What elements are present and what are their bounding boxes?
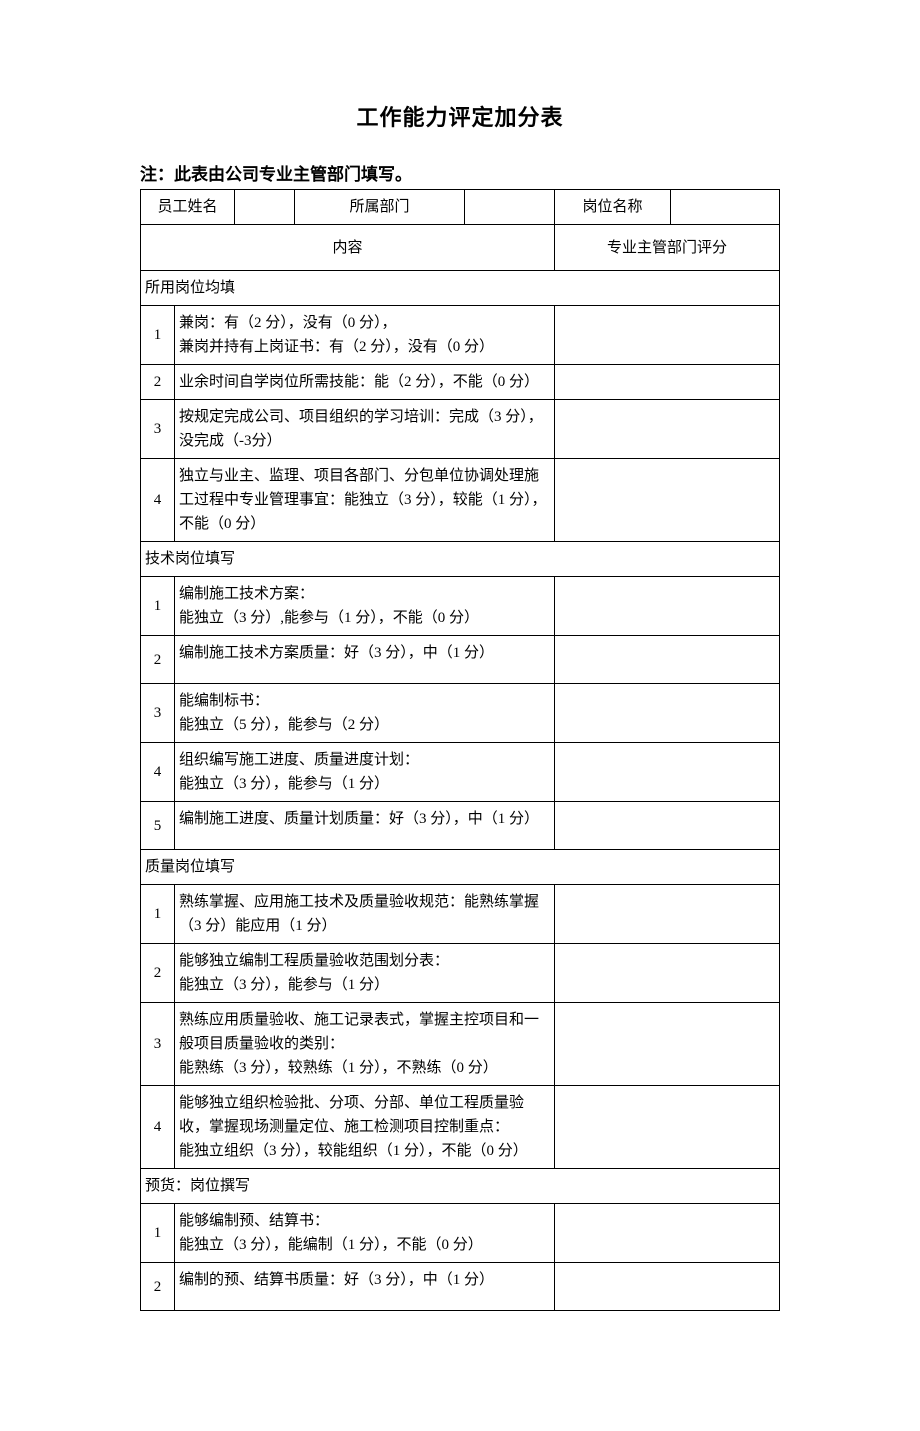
table-row: 3熟练应用质量验收、施工记录表式，掌握主控项目和一般项目质量验收的类别： 能熟练… [141, 1003, 780, 1086]
row-number: 4 [141, 459, 175, 542]
row-score [555, 1086, 780, 1169]
section-header: 预货：岗位撰写 [141, 1169, 780, 1204]
post-value [671, 190, 780, 225]
evaluation-table: 员工姓名 所属部门 岗位名称 内容 专业主管部门评分 所用岗位均填1兼岗：有（2… [140, 189, 780, 1311]
row-number: 1 [141, 885, 175, 944]
table-row: 2业余时间自学岗位所需技能：能（2 分），不能（0 分） [141, 365, 780, 400]
score-label: 专业主管部门评分 [555, 225, 780, 271]
row-score [555, 577, 780, 636]
table-row: 1熟练掌握、应用施工技术及质量验收规范：能熟练掌握（3 分）能应用（1 分） [141, 885, 780, 944]
table-row: 3按规定完成公司、项目组织的学习培训：完成（3 分），没完成（-3分） [141, 400, 780, 459]
row-score [555, 802, 780, 850]
section-header: 技术岗位填写 [141, 542, 780, 577]
dept-label: 所属部门 [295, 190, 465, 225]
page-title: 工作能力评定加分表 [140, 100, 780, 132]
row-content: 熟练掌握、应用施工技术及质量验收规范：能熟练掌握（3 分）能应用（1 分） [175, 885, 555, 944]
row-number: 1 [141, 306, 175, 365]
row-number: 5 [141, 802, 175, 850]
row-score [555, 1263, 780, 1311]
table-row: 1能够编制预、结算书： 能独立（3 分），能编制（1 分），不能（0 分） [141, 1204, 780, 1263]
content-label: 内容 [141, 225, 555, 271]
row-content: 编制的预、结算书质量：好（3 分），中（1 分） [175, 1263, 555, 1311]
row-content: 组织编写施工进度、质量进度计划： 能独立（3 分），能参与（1 分） [175, 743, 555, 802]
row-score [555, 1003, 780, 1086]
table-row: 2编制施工技术方案质量：好（3 分），中（1 分） [141, 636, 780, 684]
section-header-cell: 预货：岗位撰写 [141, 1169, 780, 1204]
row-number: 4 [141, 1086, 175, 1169]
employee-name-label: 员工姓名 [141, 190, 235, 225]
row-number: 3 [141, 400, 175, 459]
section-header: 所用岗位均填 [141, 271, 780, 306]
row-content: 按规定完成公司、项目组织的学习培训：完成（3 分），没完成（-3分） [175, 400, 555, 459]
table-row: 2编制的预、结算书质量：好（3 分），中（1 分） [141, 1263, 780, 1311]
row-number: 1 [141, 577, 175, 636]
row-score [555, 459, 780, 542]
row-number: 4 [141, 743, 175, 802]
post-label: 岗位名称 [555, 190, 671, 225]
row-score [555, 885, 780, 944]
section-header-cell: 所用岗位均填 [141, 271, 780, 306]
row-score [555, 944, 780, 1003]
row-score [555, 306, 780, 365]
row-content: 能够独立组织检验批、分项、分部、单位工程质量验收，掌握现场测量定位、施工检测项目… [175, 1086, 555, 1169]
row-number: 3 [141, 1003, 175, 1086]
table-row: 4组织编写施工进度、质量进度计划： 能独立（3 分），能参与（1 分） [141, 743, 780, 802]
header-row-2: 内容 专业主管部门评分 [141, 225, 780, 271]
row-content: 熟练应用质量验收、施工记录表式，掌握主控项目和一般项目质量验收的类别： 能熟练（… [175, 1003, 555, 1086]
dept-value [465, 190, 555, 225]
header-row-1: 员工姓名 所属部门 岗位名称 [141, 190, 780, 225]
row-score [555, 684, 780, 743]
row-content: 能够独立编制工程质量验收范围划分表： 能独立（3 分），能参与（1 分） [175, 944, 555, 1003]
row-content: 独立与业主、监理、项目各部门、分包单位协调处理施工过程中专业管理事宜：能独立（3… [175, 459, 555, 542]
row-score [555, 636, 780, 684]
row-score [555, 400, 780, 459]
row-content: 能编制标书： 能独立（5 分），能参与（2 分） [175, 684, 555, 743]
table-row: 5编制施工进度、质量计划质量：好（3 分），中（1 分） [141, 802, 780, 850]
table-row: 2能够独立编制工程质量验收范围划分表： 能独立（3 分），能参与（1 分） [141, 944, 780, 1003]
table-row: 4能够独立组织检验批、分项、分部、单位工程质量验收，掌握现场测量定位、施工检测项… [141, 1086, 780, 1169]
row-score [555, 1204, 780, 1263]
row-content: 编制施工技术方案质量：好（3 分），中（1 分） [175, 636, 555, 684]
table-row: 3能编制标书： 能独立（5 分），能参与（2 分） [141, 684, 780, 743]
row-content: 能够编制预、结算书： 能独立（3 分），能编制（1 分），不能（0 分） [175, 1204, 555, 1263]
row-content: 编制施工技术方案： 能独立（3 分）,能参与（1 分），不能（0 分） [175, 577, 555, 636]
section-header: 质量岗位填写 [141, 850, 780, 885]
row-score [555, 743, 780, 802]
row-content: 编制施工进度、质量计划质量：好（3 分），中（1 分） [175, 802, 555, 850]
section-header-cell: 技术岗位填写 [141, 542, 780, 577]
row-number: 2 [141, 365, 175, 400]
employee-name-value [235, 190, 295, 225]
row-number: 2 [141, 944, 175, 1003]
row-content: 业余时间自学岗位所需技能：能（2 分），不能（0 分） [175, 365, 555, 400]
row-number: 2 [141, 1263, 175, 1311]
row-score [555, 365, 780, 400]
table-row: 1编制施工技术方案： 能独立（3 分）,能参与（1 分），不能（0 分） [141, 577, 780, 636]
row-content: 兼岗：有（2 分），没有（0 分）， 兼岗并持有上岗证书：有（2 分），没有（0… [175, 306, 555, 365]
row-number: 1 [141, 1204, 175, 1263]
row-number: 3 [141, 684, 175, 743]
section-header-cell: 质量岗位填写 [141, 850, 780, 885]
table-row: 1兼岗：有（2 分），没有（0 分）， 兼岗并持有上岗证书：有（2 分），没有（… [141, 306, 780, 365]
table-row: 4独立与业主、监理、项目各部门、分包单位协调处理施工过程中专业管理事宜：能独立（… [141, 459, 780, 542]
note-text: 注：此表由公司专业主管部门填写。 [140, 160, 780, 185]
row-number: 2 [141, 636, 175, 684]
